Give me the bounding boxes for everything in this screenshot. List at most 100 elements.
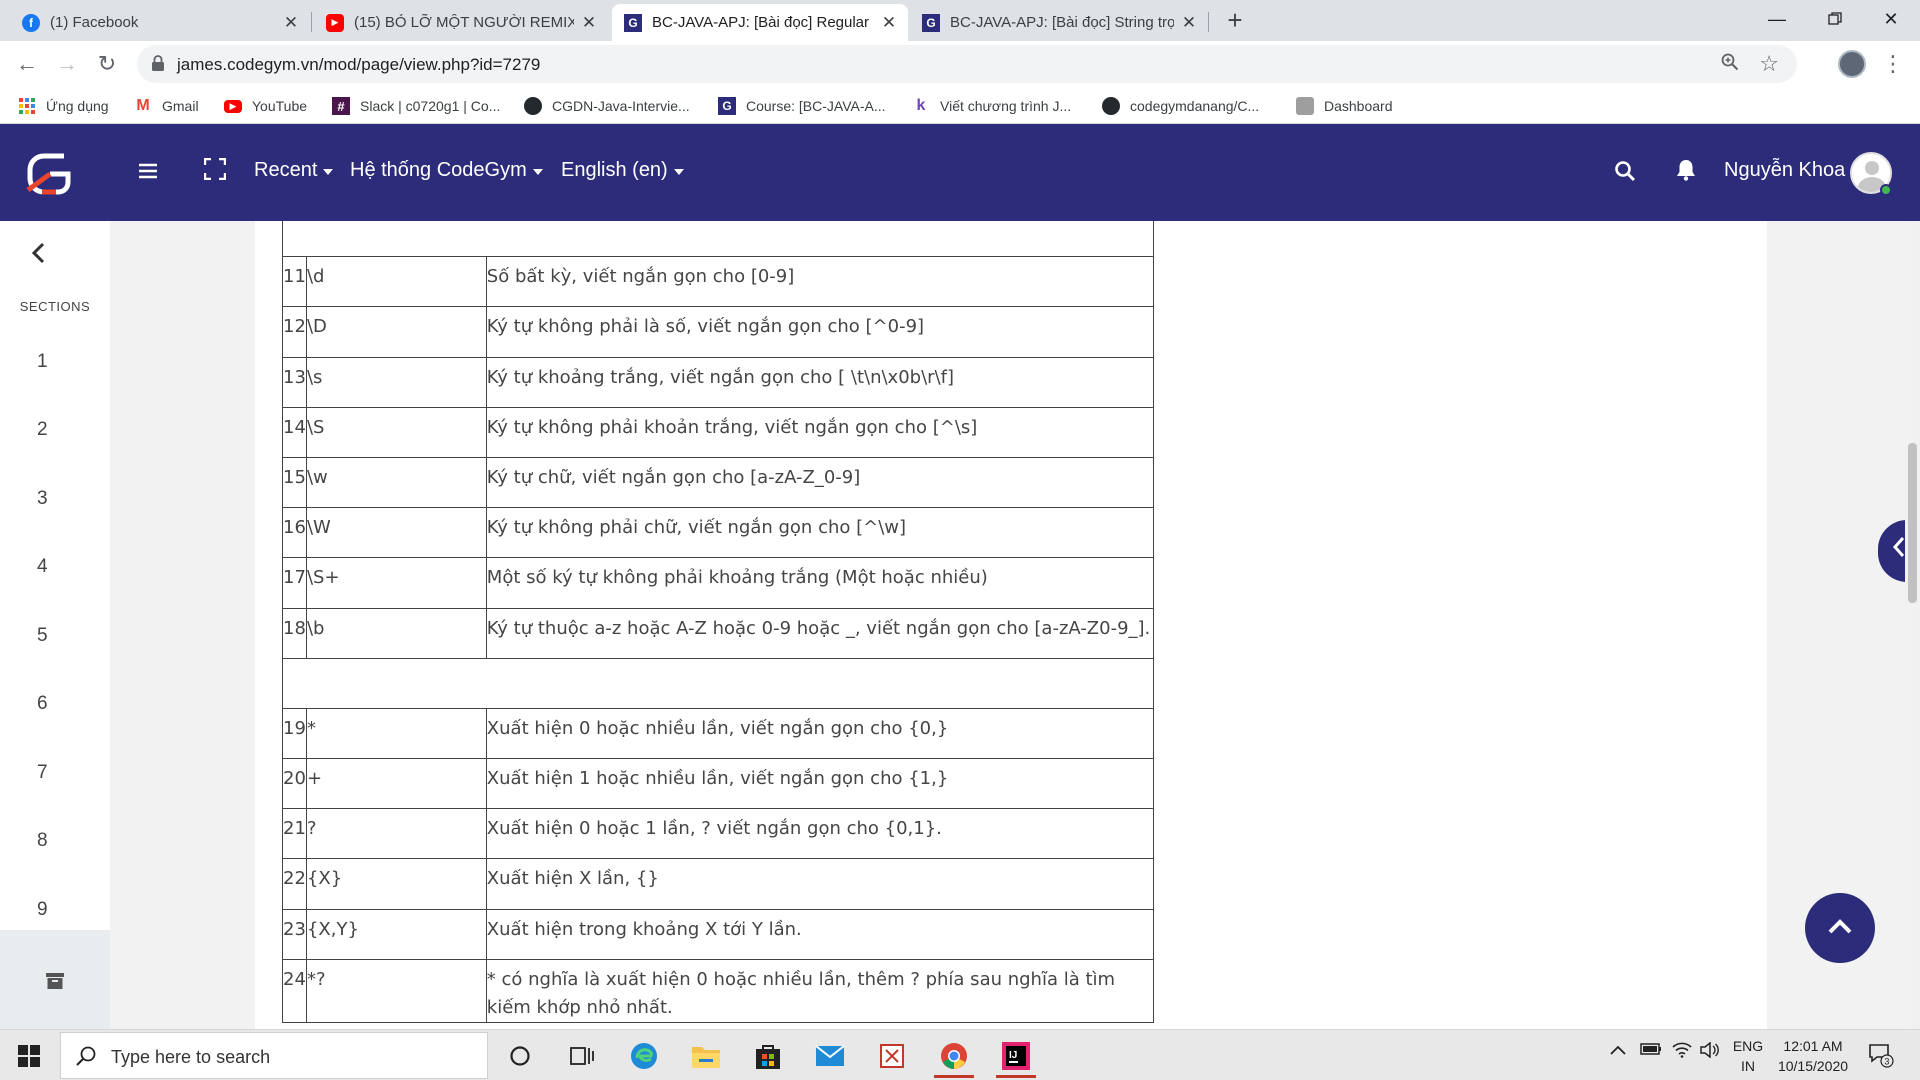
pattern-description: Ký tự không phải chữ, viết ngắn gọn cho … xyxy=(485,507,1155,559)
bookmark-dashboard[interactable]: Dashboard xyxy=(1296,95,1393,117)
new-tab-button[interactable]: + xyxy=(1220,6,1250,36)
section-link-4[interactable]: 4 xyxy=(37,556,48,578)
github-icon xyxy=(1102,97,1120,115)
volume-icon[interactable] xyxy=(1700,1041,1720,1063)
bookmark-gmail[interactable]: M Gmail xyxy=(134,95,198,117)
zoom-icon[interactable] xyxy=(1721,53,1739,76)
page-scrollbar[interactable] xyxy=(1905,221,1920,1029)
tab-label: BC-JAVA-APJ: [Bài đọc] String trọ xyxy=(950,14,1174,31)
youtube-icon: ▶ xyxy=(326,13,344,32)
section-link-5[interactable]: 5 xyxy=(37,625,48,647)
taskbar-search-box[interactable]: Type here to search xyxy=(60,1032,488,1079)
empty-cell xyxy=(282,221,1154,258)
close-icon[interactable]: ✕ xyxy=(880,13,898,33)
table-row: 19 * Xuất hiện 0 hoặc nhiều lần, viết ngắn… xyxy=(282,707,1155,760)
snipping-tool-icon[interactable] xyxy=(866,1034,918,1078)
bookmark-codegymdanang[interactable]: codegymdanang/C... xyxy=(1102,95,1259,117)
table-row: 24 *? * có nghĩa là xuất hiện 0 hoặc nhiều… xyxy=(282,958,1155,1023)
bookmark-slack[interactable]: # Slack | c0720g1 | Co... xyxy=(332,95,500,117)
bookmark-viet-chuong-trinh[interactable]: k Viết chương trình J... xyxy=(912,95,1072,117)
restore-icon[interactable] xyxy=(1806,0,1864,38)
back-icon[interactable]: ← xyxy=(10,47,44,81)
cortana-icon[interactable] xyxy=(494,1034,546,1078)
table-row: 15 \w Ký tự chữ, viết ngắn gọn cho [a-zA-Z… xyxy=(282,456,1155,509)
bookmark-youtube[interactable]: ▶ YouTube xyxy=(224,95,307,117)
he-thong-menu-label: Hệ thống CodeGym xyxy=(350,159,527,181)
search-icon[interactable] xyxy=(1614,158,1636,189)
tab-facebook[interactable]: f (1) Facebook ✕ xyxy=(0,4,310,41)
row-number: 19 xyxy=(282,707,307,760)
battery-icon[interactable] xyxy=(1640,1042,1662,1061)
page-area: SECTIONS 1 2 3 4 5 6 7 8 9 11 \d Số bất kỳ… xyxy=(0,221,1920,1029)
regex-pattern: ? xyxy=(305,808,487,860)
close-icon[interactable]: ✕ xyxy=(282,13,300,33)
language-code: ENG xyxy=(1732,1038,1764,1054)
codegym-icon: G xyxy=(624,13,642,32)
system-clock[interactable]: 12:01 AM 10/15/2020 xyxy=(1768,1036,1858,1076)
scroll-to-top-button[interactable] xyxy=(1805,893,1875,963)
section-link-6[interactable]: 6 xyxy=(37,693,48,715)
store-icon[interactable] xyxy=(742,1034,794,1078)
scrollbar-thumb[interactable] xyxy=(1908,443,1917,603)
row-number: 15 xyxy=(282,456,307,509)
recent-menu-label: Recent xyxy=(254,159,318,181)
recent-menu[interactable]: Recent xyxy=(254,159,334,182)
file-explorer-icon[interactable] xyxy=(680,1034,732,1078)
bell-icon[interactable] xyxy=(1676,157,1696,188)
pattern-description: * có nghĩa là xuất hiện 0 hoặc nhiều lần… xyxy=(485,958,1155,1023)
mail-icon[interactable] xyxy=(804,1034,856,1078)
he-thong-codegym-menu[interactable]: Hệ thống CodeGym xyxy=(350,159,543,182)
apps-grid-icon xyxy=(18,97,36,115)
language-menu[interactable]: English (en) xyxy=(561,159,684,182)
close-icon[interactable]: ✕ xyxy=(580,13,598,33)
bookmark-cgdn-java[interactable]: CGDN-Java-Intervie... xyxy=(524,95,690,117)
user-name[interactable]: Nguyễn Khoa xyxy=(1724,159,1845,182)
input-language-indicator[interactable]: ENG IN xyxy=(1728,1036,1768,1076)
fullscreen-icon[interactable] xyxy=(203,156,227,187)
pattern-description: Ký tự không phải khoản trắng, viết ngắn … xyxy=(485,406,1155,458)
reload-icon[interactable]: ↻ xyxy=(90,47,124,81)
chrome-icon[interactable] xyxy=(928,1034,980,1078)
archive-icon[interactable] xyxy=(46,973,64,989)
chevron-left-icon[interactable] xyxy=(30,239,46,271)
section-link-8[interactable]: 8 xyxy=(37,830,48,852)
section-link-2[interactable]: 2 xyxy=(37,419,48,441)
clock-date: 10/15/2020 xyxy=(1777,1058,1849,1074)
bookmark-apps[interactable]: Ứng dụng xyxy=(18,95,109,117)
bookmark-label: Dashboard xyxy=(1324,98,1393,114)
section-link-9[interactable]: 9 xyxy=(37,899,48,921)
row-number: 11 xyxy=(282,256,307,308)
task-view-icon[interactable] xyxy=(556,1034,608,1078)
close-icon[interactable]: ✕ xyxy=(1180,13,1198,33)
tab-youtube[interactable]: ▶ (15) BỎ LỠ MỘT NGƯỜI REMIX ✕ xyxy=(312,4,608,41)
search-icon xyxy=(75,1045,97,1072)
tab-string[interactable]: G BC-JAVA-APJ: [Bài đọc] String trọ ✕ xyxy=(912,4,1208,41)
regex-pattern: \b xyxy=(305,607,487,659)
section-link-7[interactable]: 7 xyxy=(37,762,48,784)
table-row: 14 \S Ký tự không phải khoản trắng, viết n… xyxy=(282,406,1155,458)
close-window-icon[interactable]: ✕ xyxy=(1862,0,1920,38)
section-link-1[interactable]: 1 xyxy=(37,351,48,373)
notification-center-icon[interactable]: 3 xyxy=(1868,1042,1894,1068)
pattern-description: Xuất hiện X lần, {} xyxy=(485,858,1155,910)
forward-icon[interactable]: → xyxy=(50,47,84,81)
bookmark-star-icon[interactable]: ☆ xyxy=(1759,51,1779,77)
show-hidden-icons-icon[interactable] xyxy=(1610,1042,1626,1060)
intellij-icon[interactable]: IJ xyxy=(990,1034,1042,1078)
address-bar[interactable]: james.codegym.vn/mod/page/view.php?id=72… xyxy=(137,45,1797,83)
tab-regular-expression[interactable]: G BC-JAVA-APJ: [Bài đọc] Regular E ✕ xyxy=(612,4,908,41)
bookmark-course[interactable]: G Course: [BC-JAVA-A... xyxy=(718,95,886,117)
profile-avatar[interactable] xyxy=(1838,50,1866,78)
lock-icon[interactable] xyxy=(151,54,165,77)
pattern-description: Xuất hiện trong khoảng X tới Y lần. xyxy=(485,908,1155,960)
edge-icon[interactable] xyxy=(618,1034,670,1078)
browser-toolbar: ← → ↻ james.codegym.vn/mod/page/view.php… xyxy=(0,41,1920,87)
minimize-icon[interactable]: — xyxy=(1748,0,1806,38)
section-link-3[interactable]: 3 xyxy=(37,488,48,510)
wifi-icon[interactable] xyxy=(1672,1042,1692,1063)
codegym-logo[interactable] xyxy=(24,150,76,198)
windows-start-icon[interactable] xyxy=(18,1045,40,1067)
github-icon xyxy=(524,97,542,115)
hamburger-menu-icon[interactable] xyxy=(138,156,158,187)
more-menu-icon[interactable]: ⋮ xyxy=(1882,49,1904,79)
